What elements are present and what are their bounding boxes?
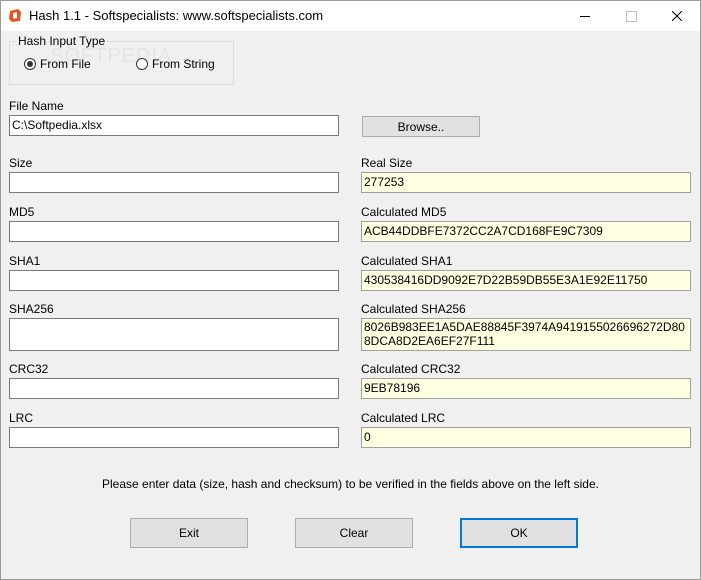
radio-from-file-label: From File: [40, 57, 91, 71]
calculated-crc32-field[interactable]: 9EB78196: [361, 378, 691, 399]
browse-button[interactable]: Browse..: [362, 116, 480, 137]
minimize-icon: [580, 15, 590, 17]
calculated-sha1-label: Calculated SHA1: [361, 254, 453, 268]
instruction-text: Please enter data (size, hash and checks…: [102, 477, 599, 491]
file-name-input[interactable]: C:\Softpedia.xlsx: [9, 115, 339, 136]
sha256-input[interactable]: [9, 318, 339, 351]
crc32-input[interactable]: [9, 378, 339, 399]
calculated-md5-label: Calculated MD5: [361, 205, 447, 219]
md5-input[interactable]: [9, 221, 339, 242]
exit-button-label: Exit: [178, 526, 199, 540]
real-size-label: Real Size: [361, 156, 413, 170]
exit-button[interactable]: Exit: [130, 518, 248, 548]
radio-from-string[interactable]: From String: [136, 57, 215, 71]
calculated-lrc-label: Calculated LRC: [361, 411, 446, 425]
lrc-input[interactable]: [9, 427, 339, 448]
calculated-md5-field[interactable]: ACB44DDBFE7372CC2A7CD168FE9C7309: [361, 221, 691, 242]
sha256-label: SHA256: [9, 302, 54, 316]
window-title: Hash 1.1 - Softspecialists: www.softspec…: [29, 8, 324, 23]
file-name-label: File Name: [9, 99, 64, 113]
ok-button[interactable]: OK: [460, 518, 578, 548]
maximize-button[interactable]: [608, 1, 654, 31]
radio-checked-icon: [24, 58, 36, 70]
minimize-button[interactable]: [562, 1, 608, 31]
calculated-sha1-field[interactable]: 430538416DD9092E7D22B59DB55E3A1E92E11750: [361, 270, 691, 291]
radio-from-string-label: From String: [152, 57, 215, 71]
crc32-label: CRC32: [9, 362, 49, 376]
maximize-icon: [625, 10, 637, 22]
title-bar[interactable]: Hash 1.1 - Softspecialists: www.softspec…: [1, 1, 700, 31]
clear-button-label: Clear: [339, 526, 369, 540]
app-icon: [9, 9, 21, 22]
calculated-sha256-field[interactable]: 8026B983EE1A5DAE88845F3974A9419155026696…: [361, 318, 691, 351]
calculated-lrc-field[interactable]: 0: [361, 427, 691, 448]
calculated-sha256-label: Calculated SHA256: [361, 302, 466, 316]
ok-button-label: OK: [510, 526, 528, 540]
sha1-input[interactable]: [9, 270, 339, 291]
size-label: Size: [9, 156, 33, 170]
browse-button-label: Browse..: [397, 119, 445, 134]
clear-button[interactable]: Clear: [295, 518, 413, 548]
close-icon: [672, 11, 682, 21]
sha1-label: SHA1: [9, 254, 41, 268]
real-size-field[interactable]: 277253: [361, 172, 691, 193]
lrc-label: LRC: [9, 411, 34, 425]
calculated-crc32-label: Calculated CRC32: [361, 362, 461, 376]
close-button[interactable]: [654, 1, 700, 31]
radio-unchecked-icon: [136, 58, 148, 70]
radio-from-file[interactable]: From File: [24, 57, 91, 71]
md5-label: MD5: [9, 205, 35, 219]
size-input[interactable]: [9, 172, 339, 193]
